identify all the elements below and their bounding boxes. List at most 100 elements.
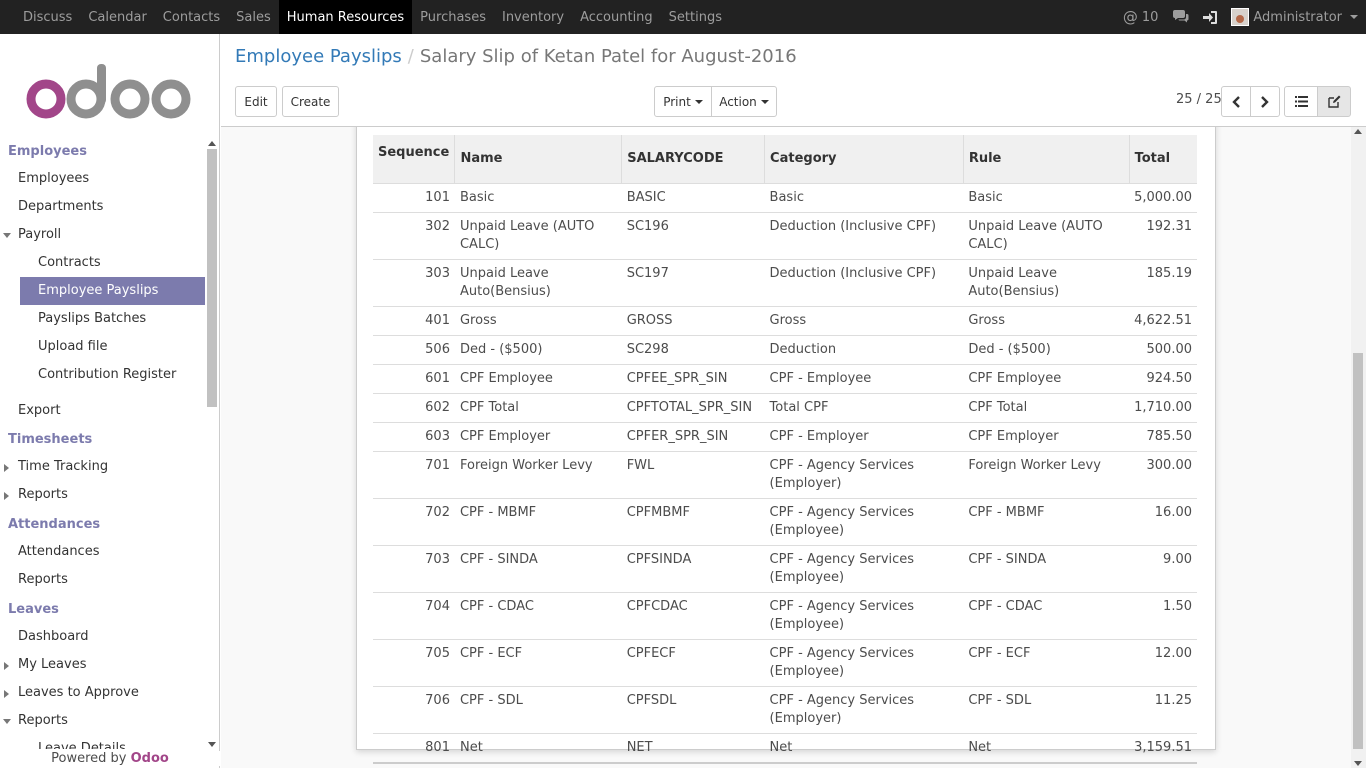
cell-name: CPF Employer (454, 421, 622, 451)
section-attendances[interactable]: Attendances (0, 512, 205, 538)
odoo-logo[interactable] (26, 64, 192, 120)
col-sequence[interactable]: Sequence (373, 135, 456, 183)
app-human-resources[interactable]: Human Resources (278, 0, 413, 34)
cell-name: Foreign Worker Levy (454, 450, 622, 498)
scroll-up-icon[interactable] (208, 141, 216, 146)
caret-down-icon (760, 99, 769, 104)
powered-by-brand[interactable]: Odoo (131, 751, 169, 766)
action-button[interactable]: Action (711, 86, 777, 117)
create-button[interactable]: Create (282, 86, 339, 117)
col-category[interactable]: Category (764, 135, 964, 183)
app-discuss[interactable]: Discuss (15, 0, 80, 34)
cell-sequence: 801 (373, 732, 455, 763)
table-footer (373, 761, 1197, 768)
section-employees[interactable]: Employees (0, 139, 205, 165)
section-leaves[interactable]: Leaves (0, 597, 205, 623)
table-row[interactable]: 603 CPF Employer CPFER_SPR_SIN CPF - Employ… (373, 421, 1197, 451)
menu-dashboard[interactable]: Dashboard (0, 623, 205, 651)
app-contacts[interactable]: Contacts (155, 0, 228, 34)
cell-name: CPF - MBMF (454, 497, 622, 545)
cell-name: CPF - SDL (454, 685, 622, 733)
app-purchases[interactable]: Purchases (412, 0, 494, 34)
menu-timesheets-reports-label: Reports (18, 487, 68, 502)
cell-name: Gross (454, 305, 622, 335)
menu-contribution-register[interactable]: Contribution Register (0, 361, 205, 389)
scroll-down-icon[interactable] (1354, 761, 1362, 766)
section-timesheets[interactable]: Timesheets (0, 427, 205, 453)
menu-timesheets-reports[interactable]: Reports (0, 481, 205, 509)
user-menu[interactable]: Administrator (1231, 8, 1358, 26)
cell-rule: CPF Employee (963, 363, 1130, 393)
cell-code: CPFER_SPR_SIN (621, 421, 765, 451)
mentions-button[interactable]: @ 10 (1123, 8, 1159, 26)
cell-sequence: 703 (373, 544, 455, 592)
menu-time-tracking[interactable]: Time Tracking (0, 453, 205, 481)
table-row[interactable]: 702 CPF - MBMF CPFMBMF CPF - Agency Service… (373, 497, 1197, 545)
table-row[interactable]: 601 CPF Employee CPFEE_SPR_SIN CPF - Employ… (373, 363, 1197, 393)
caret-right-icon (4, 464, 9, 472)
app-sales[interactable]: Sales (228, 0, 279, 34)
cell-category: Deduction (764, 334, 964, 364)
table-row[interactable]: 303 Unpaid Leave Auto(Bensius) SC197 Deduct… (373, 258, 1197, 306)
menu-my-leaves[interactable]: My Leaves (0, 651, 205, 679)
menu-leave-details[interactable]: Leave Details (0, 735, 205, 749)
breadcrumb-parent[interactable]: Employee Payslips (235, 46, 402, 67)
menu-upload-file[interactable]: Upload file (0, 333, 205, 361)
app-accounting[interactable]: Accounting (572, 0, 661, 34)
cell-category: Basic (764, 182, 964, 212)
cell-name: CPF - CDAC (454, 591, 622, 639)
cell-rule: Net (963, 732, 1130, 763)
form-content: Sequence Name SALARYCODE Category Rule T… (221, 127, 1351, 768)
menu-export[interactable]: Export (0, 397, 205, 425)
form-view-button[interactable] (1317, 86, 1351, 117)
table-row[interactable]: 602 CPF Total CPFTOTAL_SPR_SIN Total CPF CPF… (373, 392, 1197, 422)
scrollbar-thumb[interactable] (207, 149, 217, 407)
table-row[interactable]: 506 Ded - ($500) SC298 Deduction Ded - ($500… (373, 334, 1197, 364)
sidebar-scrollbar[interactable] (205, 139, 218, 749)
cell-total: 16.00 (1129, 497, 1197, 545)
pager-previous-button[interactable] (1221, 86, 1251, 117)
menu-departments[interactable]: Departments (0, 193, 205, 221)
menu-employee-payslips[interactable]: Employee Payslips (20, 277, 205, 305)
app-inventory[interactable]: Inventory (494, 0, 572, 34)
control-panel: Employee Payslips / Salary Slip of Ketan P… (221, 34, 1366, 127)
pager-value[interactable]: 25 / 25 (1176, 92, 1222, 107)
app-calendar[interactable]: Calendar (80, 0, 154, 34)
content-scrollbar[interactable] (1351, 127, 1366, 768)
cell-total: 500.00 (1129, 334, 1197, 364)
edit-button[interactable]: Edit (235, 86, 277, 117)
menu-leaves-to-approve[interactable]: Leaves to Approve (0, 679, 205, 707)
action-label: Action (719, 94, 757, 109)
chat-button[interactable] (1172, 10, 1189, 24)
table-row[interactable]: 703 CPF - SINDA CPFSINDA CPF - Agency Servi… (373, 544, 1197, 592)
scroll-down-icon[interactable] (208, 742, 216, 747)
scrollbar-thumb[interactable] (1353, 353, 1363, 749)
scroll-up-icon[interactable] (1354, 129, 1362, 134)
table-row[interactable]: 401 Gross GROSS Gross Gross 4,622.51 (373, 305, 1197, 335)
menu-contracts[interactable]: Contracts (0, 249, 205, 277)
menu-payslip-batches[interactable]: Payslips Batches (0, 305, 205, 333)
menu-attendances-reports[interactable]: Reports (0, 566, 205, 594)
table-row[interactable]: 801 Net NET Net Net 3,159.51 (373, 732, 1197, 763)
col-salarycode[interactable]: SALARYCODE (621, 135, 766, 183)
table-row[interactable]: 302 Unpaid Leave (AUTO CALC) SC196 Deductio… (373, 211, 1197, 259)
table-row[interactable]: 706 CPF - SDL CPFSDL CPF - Agency Services … (373, 685, 1197, 733)
cell-code: CPFCDAC (621, 591, 765, 639)
menu-leaves-reports[interactable]: Reports (0, 707, 205, 735)
table-row[interactable]: 705 CPF - ECF CPFECF CPF - Agency Services … (373, 638, 1197, 686)
col-total[interactable]: Total (1129, 135, 1197, 183)
menu-employees[interactable]: Employees (0, 165, 205, 193)
switch-company-button[interactable] (1203, 10, 1218, 24)
col-rule[interactable]: Rule (963, 135, 1130, 183)
table-row[interactable]: 101 Basic BASIC Basic Basic 5,000.00 (373, 182, 1197, 212)
table-row[interactable]: 701 Foreign Worker Levy FWL CPF - Agency Se… (373, 450, 1197, 498)
print-button[interactable]: Print (654, 86, 712, 117)
menu-attendances[interactable]: Attendances (0, 538, 205, 566)
menu-payroll[interactable]: Payroll (0, 221, 205, 249)
list-view-button[interactable] (1284, 86, 1318, 117)
app-settings[interactable]: Settings (661, 0, 730, 34)
col-name[interactable]: Name (454, 135, 623, 183)
table-row[interactable]: 704 CPF - CDAC CPFCDAC CPF - Agency Service… (373, 591, 1197, 639)
pager-next-button[interactable] (1250, 86, 1280, 117)
cell-category: CPF - Agency Services (Employee) (764, 544, 964, 592)
